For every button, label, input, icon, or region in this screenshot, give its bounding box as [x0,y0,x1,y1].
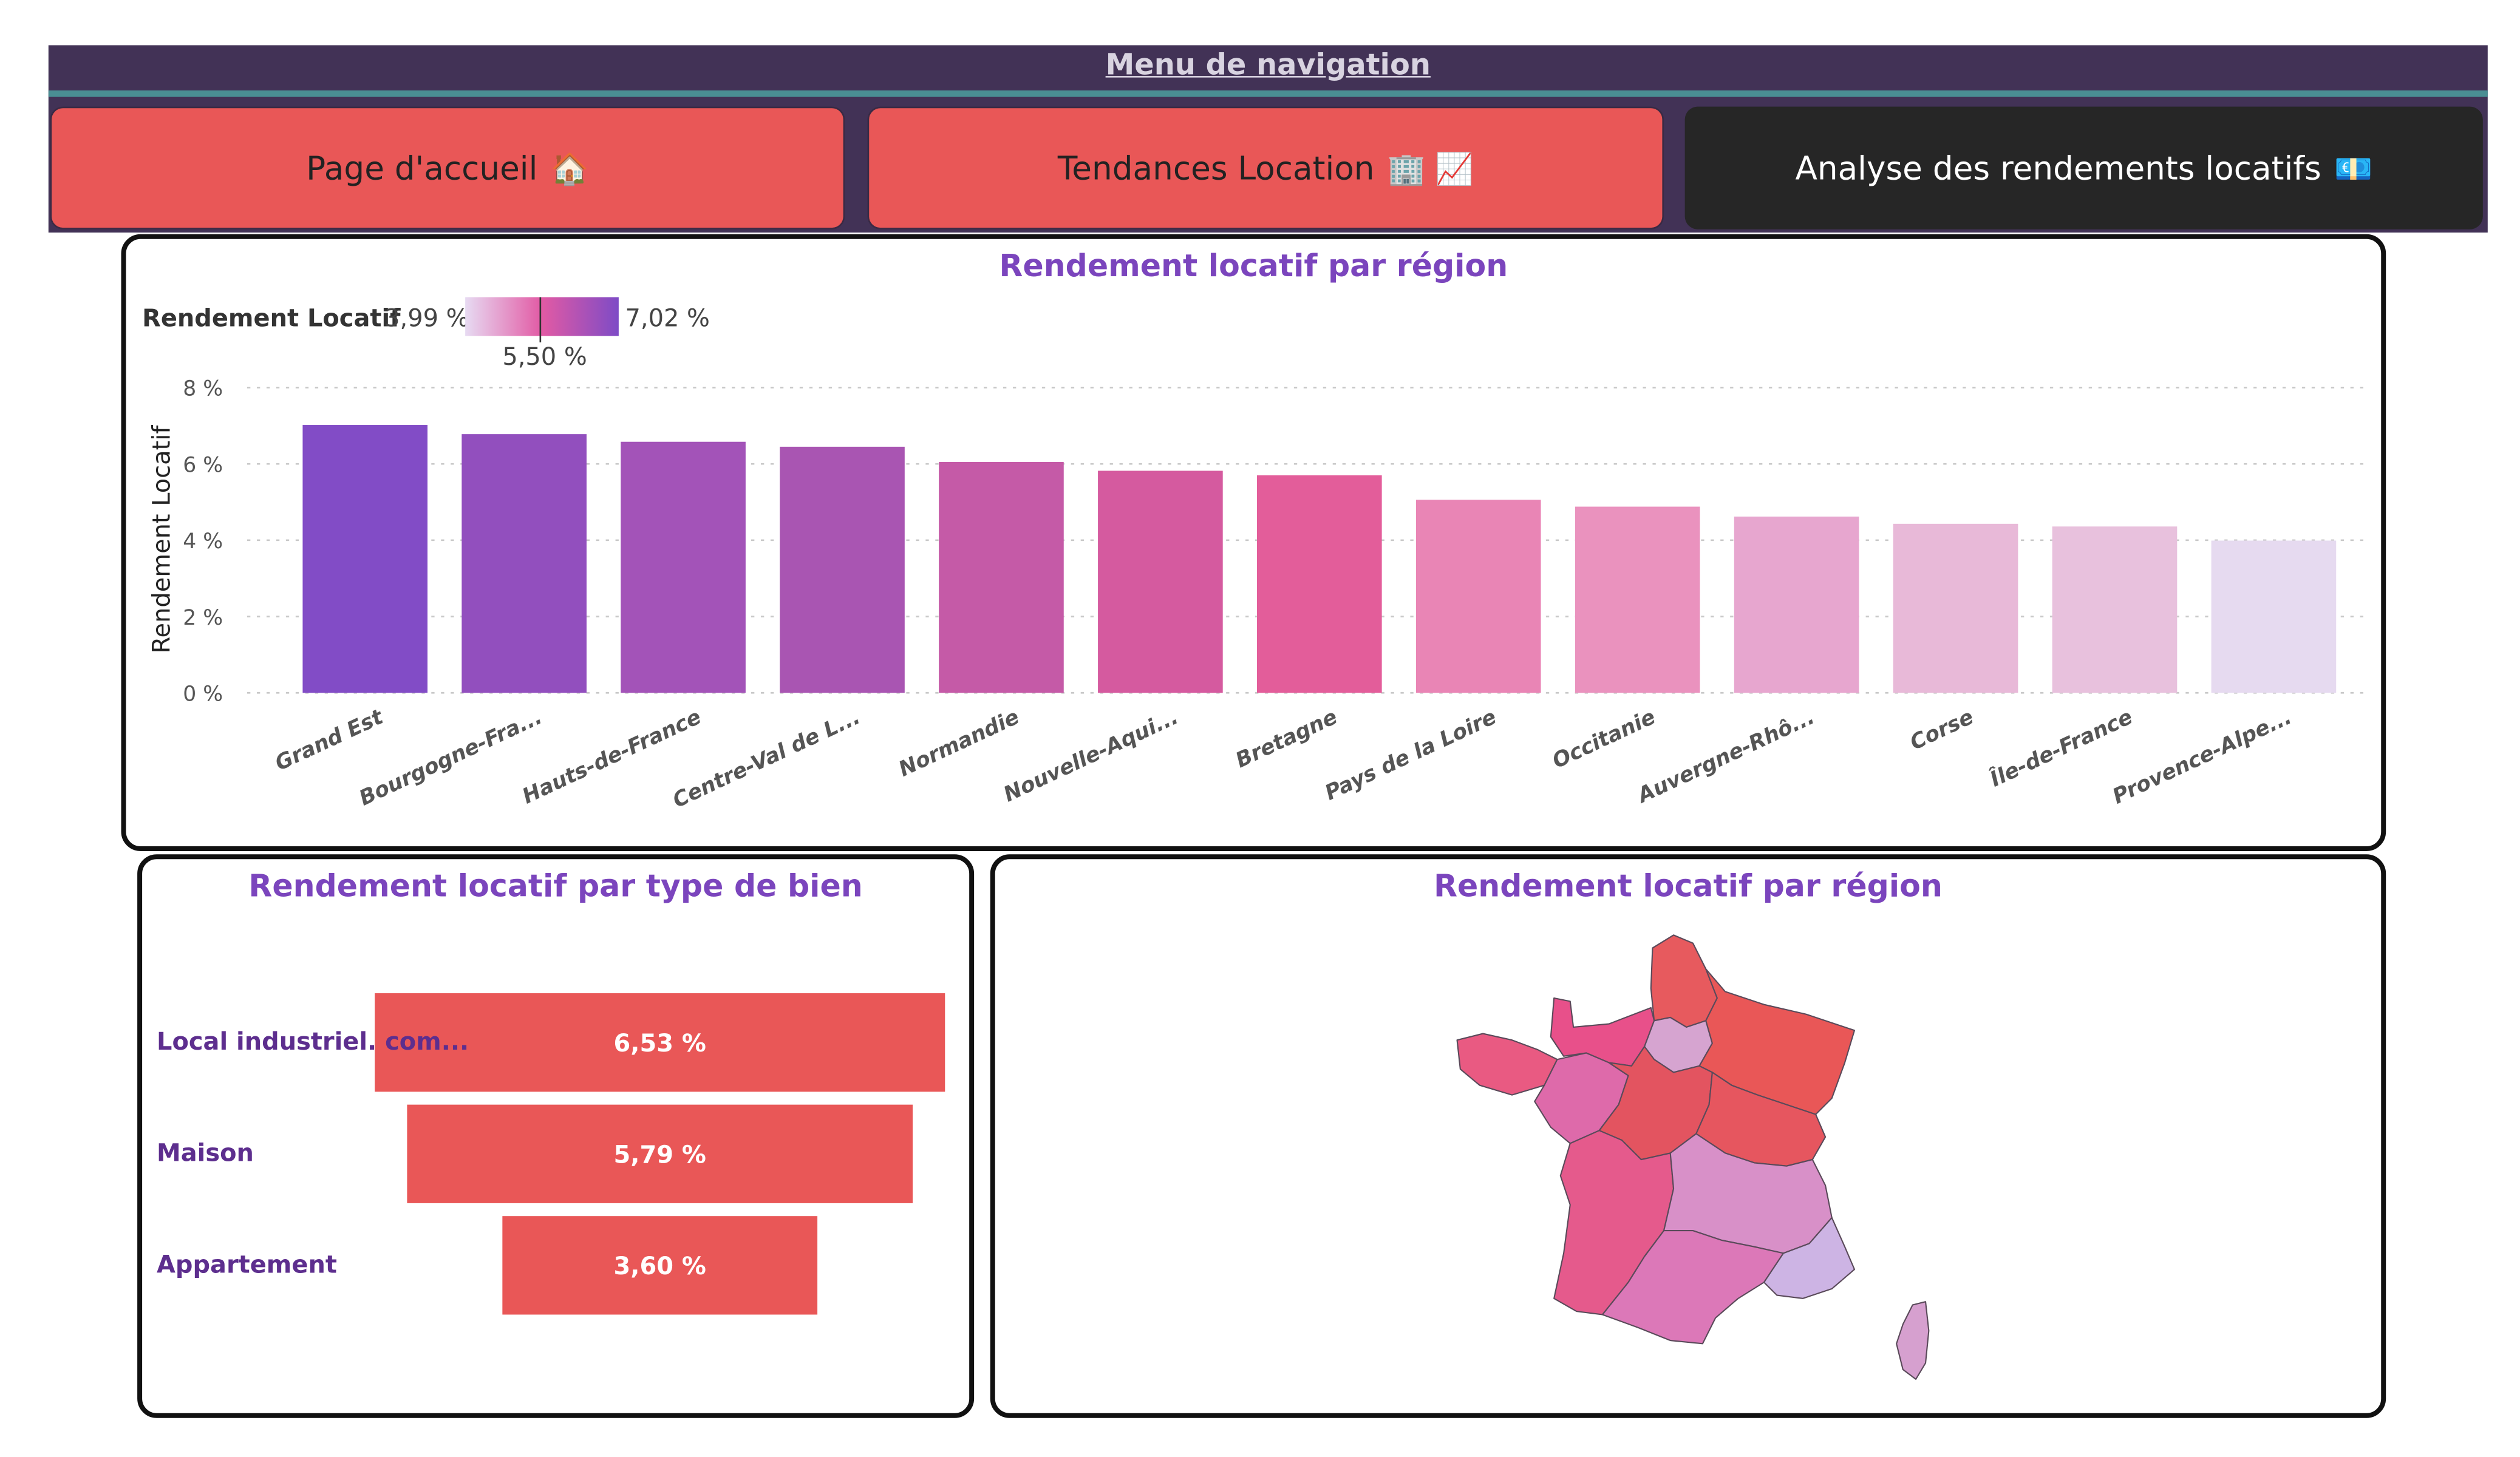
funnel-label-appartement: Appartement [157,1250,337,1279]
home-page-button-label: Page d'accueil [306,148,538,188]
bar[interactable] [1257,475,1382,693]
rental-trends-button-label: Tendances Location [1057,148,1375,188]
bar[interactable] [2052,526,2178,693]
rental-yield-analysis-button[interactable]: Analyse des rendements locatifs 💶 [1684,106,2483,229]
bar[interactable] [461,434,587,693]
nav-title[interactable]: Menu de navigation [49,45,2488,90]
y-axis-label: Rendement Locatif [148,425,175,654]
house-icon: 🏠 [550,151,589,187]
y-tick-label: 0 % [183,682,223,707]
x-tick-label: Corse [1906,705,1977,755]
bar[interactable] [939,462,1064,693]
region-hauts-de-france[interactable] [1650,934,1718,1028]
home-page-button[interactable]: Page d'accueil 🏠 [50,106,845,229]
bar[interactable] [2211,540,2337,693]
region-corse[interactable] [1896,1301,1930,1380]
bar[interactable] [1734,516,1859,693]
bar[interactable] [1415,500,1541,693]
bar[interactable] [302,425,428,693]
property-type-funnel-panel: Rendement locatif par type de bien 6,53 … [137,854,975,1418]
funnel-value-local-industriel: 6,53 % [613,1028,706,1058]
funnel-value-maison: 5,79 % [613,1139,706,1169]
funnel-bar-appartement[interactable]: 3,60 % [502,1216,818,1315]
bar[interactable] [1893,523,2018,693]
building-chart-icon: 🏢 📈 [1387,151,1474,187]
y-tick-label: 2 % [183,606,223,630]
x-tick-label: Île-de-France [1986,704,2136,792]
x-tick-label: Grand Est [271,704,387,776]
x-tick-label: Pays de la Loire [1321,705,1500,806]
funnel-label-maison: Maison [157,1138,254,1168]
funnel-value-appartement: 3,60 % [613,1251,706,1280]
bar[interactable] [621,441,746,693]
funnel-bar-maison[interactable]: 5,79 % [407,1104,913,1203]
region-map-panel: Rendement locatif par région [990,854,2386,1418]
funnel-label-local-industriel: Local industriel. com... [157,1027,469,1056]
region-bar-chart: 0 % 2 % 4 % 6 % 8 % Rendement Locatif Grand Es… [148,377,2363,813]
property-type-chart-title: Rendement locatif par type de bien [248,869,863,905]
region-bretagne[interactable] [1456,1033,1558,1096]
x-tick-label: Normandie [895,705,1023,782]
navigation-bar: Menu de navigation Page d'accueil 🏠 Tend… [48,45,2488,233]
x-tick-label: Nouvelle-Aqui... [1000,705,1182,807]
banknote-icon: 💶 [2334,151,2372,187]
france-region-map [1456,934,1930,1380]
region-bar-chart-panel: Rendement locatif par région Rendement L… [121,234,2386,851]
y-tick-label: 8 % [183,377,223,401]
x-tick-label: Auvergne-Rhô... [1632,705,1818,809]
y-tick-label: 6 % [183,453,223,477]
y-tick-label: 4 % [183,529,223,554]
x-tick-label: Bretagne [1232,705,1341,773]
nav-divider [48,90,2488,97]
x-tick-label: Provence-Alpe... [2109,705,2295,809]
bar[interactable] [780,446,905,693]
x-tick-label: Occitanie [1549,705,1660,773]
bar[interactable] [1098,470,1223,693]
rental-yield-analysis-button-label: Analyse des rendements locatifs [1795,148,2321,188]
bar[interactable] [1575,506,1700,693]
rental-trends-button[interactable]: Tendances Location 🏢 📈 [867,106,1664,229]
